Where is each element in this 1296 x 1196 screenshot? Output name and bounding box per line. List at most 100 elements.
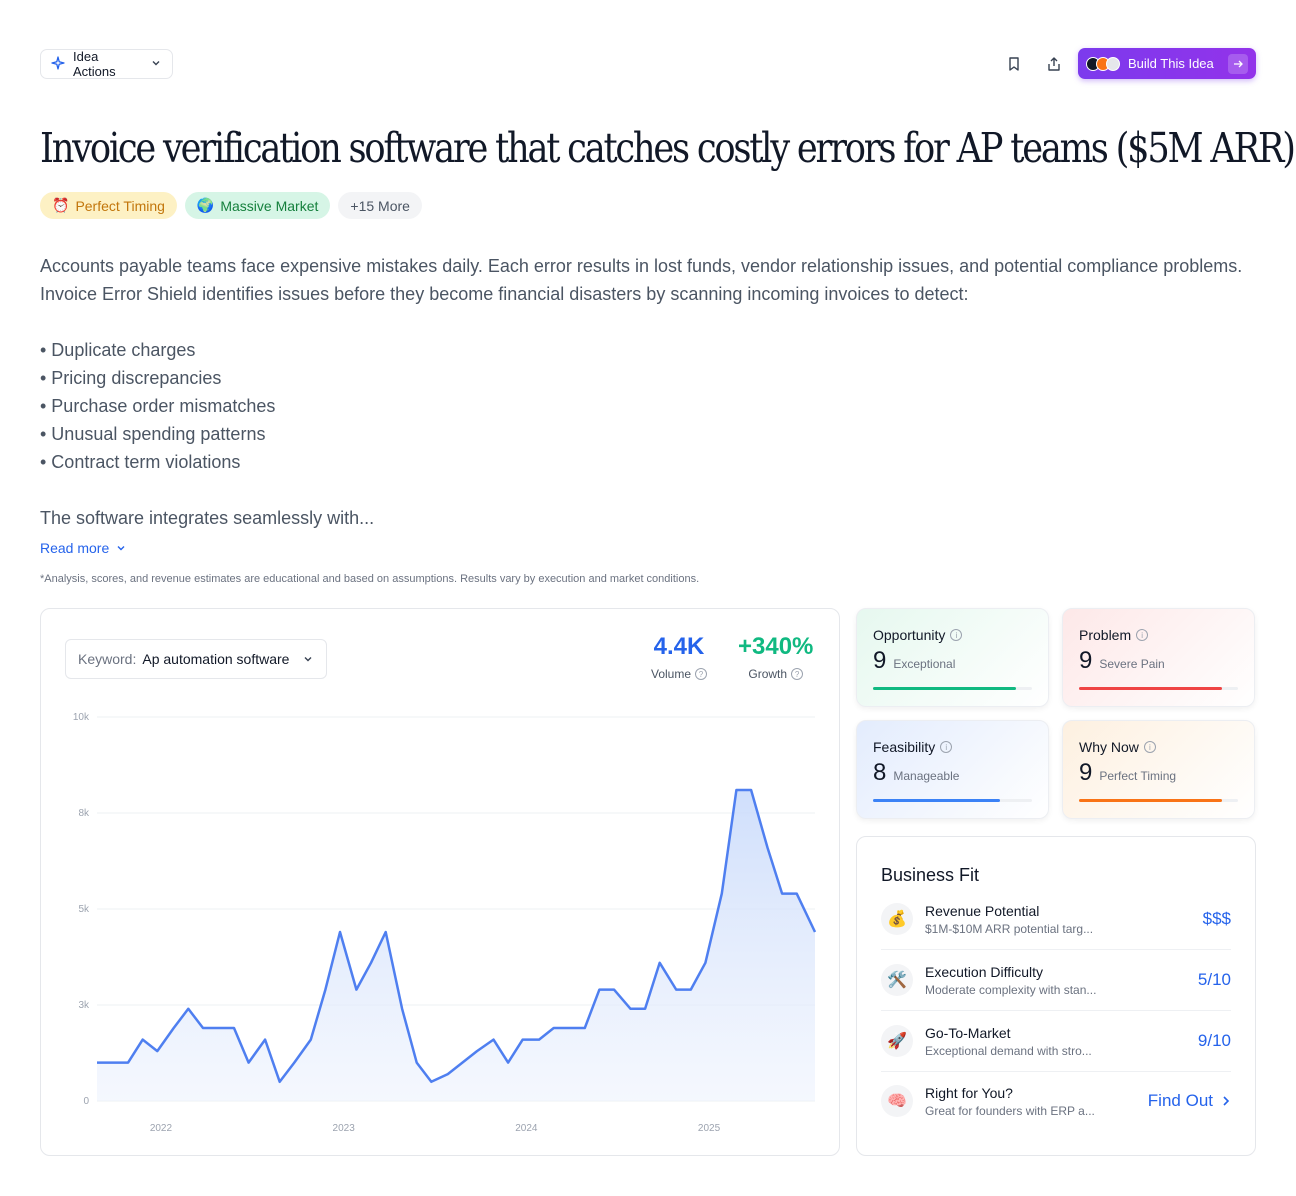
score-label: Severe Pain (1099, 657, 1165, 671)
share-icon (1048, 57, 1060, 71)
feasibility-score-card[interactable]: Feasibility i 8 Manageable (856, 720, 1049, 819)
tag-list: ⏰ Perfect Timing 🌍 Massive Market +15 Mo… (40, 192, 422, 219)
y-tick-label: 10k (73, 712, 90, 723)
score-bar-fill (1079, 799, 1223, 802)
row-subtitle: Great for founders with ERP a... (925, 1103, 1095, 1118)
description-tail: The software integrates seamlessly with.… (40, 508, 375, 528)
tag-massive-market[interactable]: 🌍 Massive Market (184, 192, 331, 219)
bullet-item: • Contract term violations (40, 452, 241, 472)
row-value: $$$ (1202, 909, 1231, 928)
revenue-potential-row[interactable]: 💰 Revenue Potential $1M-$10M ARR potenti… (881, 894, 1231, 944)
trend-chart-card: Keyword: Ap automation software 4.4K Vol… (40, 608, 840, 1156)
score-title: Why Now (1079, 739, 1139, 755)
divider (881, 1010, 1231, 1011)
read-more-link[interactable]: Read more (40, 540, 127, 556)
share-button[interactable] (1042, 52, 1066, 76)
score-bar (873, 687, 1032, 690)
series-area (97, 790, 815, 1101)
idea-actions-label: Idea Actions (73, 49, 116, 79)
bullet-item: • Pricing discrepancies (40, 368, 222, 388)
divider (881, 1071, 1231, 1072)
tag-perfect-timing[interactable]: ⏰ Perfect Timing (40, 192, 177, 219)
find-out-label: Find Out (1147, 1091, 1213, 1110)
info-icon[interactable]: i (940, 741, 953, 753)
score-value: 9 (1079, 647, 1093, 674)
info-icon[interactable]: i (950, 629, 963, 641)
tools-icon: 🛠️ (881, 964, 913, 996)
alarm-clock-icon: ⏰ (52, 197, 70, 213)
build-this-idea-button[interactable]: Build This Idea (1078, 48, 1256, 79)
y-tick-label: 8k (78, 808, 90, 819)
opportunity-score-card[interactable]: Opportunity i 9 Exceptional (856, 608, 1049, 707)
chevron-down-icon (150, 57, 162, 72)
score-bar (1079, 799, 1238, 802)
score-value: 9 (873, 647, 887, 674)
bookmark-button[interactable] (1002, 52, 1026, 76)
brain-icon: 🧠 (881, 1085, 913, 1117)
execution-difficulty-row[interactable]: 🛠️ Execution Difficulty Moderate complex… (881, 955, 1231, 1005)
globe-icon: 🌍 (196, 197, 215, 213)
build-label: Build This Idea (1128, 56, 1214, 71)
row-subtitle: Exceptional demand with stro... (925, 1043, 1092, 1058)
bullet-item: • Unusual spending patterns (40, 424, 266, 444)
business-fit-card: Business Fit 💰 Revenue Potential $1M-$10… (856, 836, 1256, 1156)
tag-label: +15 More (350, 197, 410, 214)
bullet-item: • Duplicate charges (40, 340, 196, 360)
row-title: Right for You? (925, 1084, 1013, 1101)
trend-chart: 10k 8k 5k 3k 0 2022 2023 2024 2025 (73, 712, 817, 1134)
sparkle-icon (51, 55, 65, 73)
description: Accounts payable teams face expensive mi… (40, 252, 1260, 532)
bookmark-icon (1009, 57, 1019, 71)
rocket-icon: 🚀 (881, 1025, 913, 1057)
score-bar (873, 799, 1032, 802)
row-value: 5/10 (1197, 970, 1231, 989)
y-tick-label: 3k (78, 1000, 90, 1011)
divider (881, 949, 1231, 950)
idea-actions-button[interactable]: Idea Actions (40, 49, 173, 79)
find-out-link[interactable]: Find Out (1148, 1091, 1231, 1111)
read-more-label: Read more (40, 540, 110, 556)
score-bar-fill (1079, 687, 1223, 690)
go-to-market-row[interactable]: 🚀 Go-To-Market Exceptional demand with s… (881, 1016, 1231, 1066)
arrow-right-icon (1228, 53, 1248, 74)
x-tick-label: 2022 (150, 1123, 173, 1134)
row-title: Execution Difficulty (925, 963, 1044, 980)
score-title: Opportunity (873, 627, 946, 643)
row-subtitle: Moderate complexity with stan... (925, 982, 1097, 997)
score-bar-fill (873, 799, 1001, 802)
row-subtitle: $1M-$10M ARR potential targ... (925, 921, 1094, 936)
chevron-right-icon (1223, 1096, 1230, 1106)
score-title: Problem (1079, 627, 1132, 643)
row-title: Go-To-Market (925, 1024, 1011, 1041)
bullet-item: • Purchase order mismatches (40, 396, 276, 416)
score-value: 8 (873, 759, 887, 786)
tag-label: Perfect Timing (75, 197, 165, 214)
business-fit-title: Business Fit (881, 865, 980, 885)
money-bag-icon: 💰 (881, 903, 913, 935)
score-label: Manageable (893, 769, 960, 783)
score-bar (1079, 687, 1238, 690)
disclaimer: *Analysis, scores, and revenue estimates… (40, 573, 700, 585)
y-tick-label: 0 (83, 1096, 89, 1107)
score-label: Exceptional (893, 657, 956, 671)
chevron-down-icon (117, 546, 125, 551)
score-label: Perfect Timing (1099, 769, 1177, 783)
right-for-you-row[interactable]: 🧠 Right for You? Great for founders with… (881, 1076, 1231, 1126)
score-bar-fill (873, 687, 1017, 690)
info-icon[interactable]: i (1143, 741, 1156, 753)
avatar-group (1086, 56, 1120, 71)
avatar (1106, 56, 1120, 71)
why-now-score-card[interactable]: Why Now i 9 Perfect Timing (1062, 720, 1255, 819)
x-tick-label: 2023 (333, 1123, 356, 1134)
score-title: Feasibility (873, 739, 936, 755)
y-tick-label: 5k (78, 904, 90, 915)
info-icon[interactable]: i (1136, 629, 1149, 641)
x-tick-label: 2024 (515, 1123, 538, 1134)
tag-more-button[interactable]: +15 More (338, 192, 422, 219)
page-title: Invoice verification software that catch… (40, 124, 1296, 172)
description-intro: Accounts payable teams face expensive mi… (40, 256, 1243, 304)
row-value: 9/10 (1197, 1031, 1231, 1050)
x-tick-label: 2025 (698, 1123, 721, 1134)
score-value: 9 (1079, 759, 1093, 786)
problem-score-card[interactable]: Problem i 9 Severe Pain (1062, 608, 1255, 707)
